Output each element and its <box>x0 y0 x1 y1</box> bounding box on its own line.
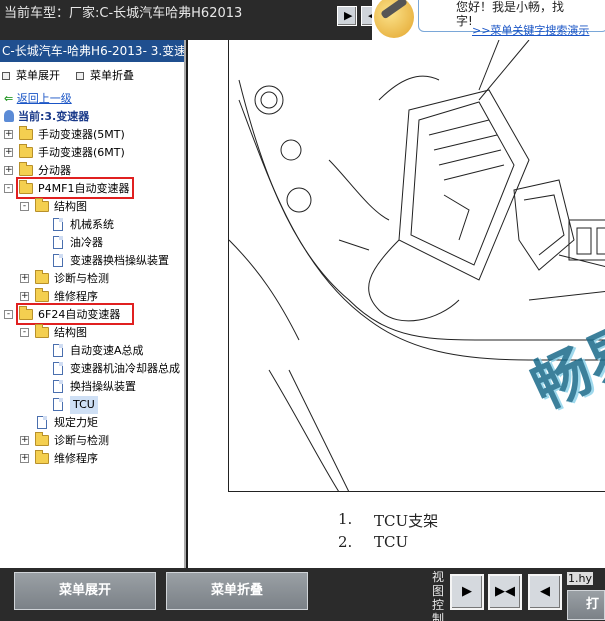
collapse-icon <box>76 72 84 80</box>
folder-icon <box>35 198 49 212</box>
caption-number-2: 2. <box>338 533 353 551</box>
expand-all-link[interactable]: 菜单展开 <box>2 67 60 83</box>
mascot-icon <box>374 0 414 38</box>
tree-item-label[interactable]: 结构图 <box>54 198 87 216</box>
tree-doc-item[interactable]: 机械系统 <box>0 216 184 234</box>
collapse-node-icon[interactable]: - <box>20 202 29 211</box>
document-icon <box>53 362 63 375</box>
collapse-node-icon[interactable]: - <box>4 184 13 193</box>
document-icon <box>53 344 63 357</box>
file-name: 1.hy <box>567 572 593 585</box>
tree-doc-item[interactable]: 油冷器 <box>0 234 184 252</box>
expand-node-icon[interactable]: + <box>20 454 29 463</box>
folder-icon <box>19 126 33 140</box>
window-title: 当前车型：厂家:C-长城汽车哈弗H62013 <box>4 6 243 21</box>
document-icon <box>53 218 63 231</box>
menu-collapse-button[interactable]: 菜单折叠 <box>166 572 308 610</box>
tree-item-label[interactable]: 手动变速器(6MT) <box>38 144 125 162</box>
view-control-label: 视图控制 <box>432 570 445 621</box>
tree-item-label[interactable]: 机械系统 <box>70 216 114 234</box>
view-prev-button[interactable]: ◀ <box>528 574 562 610</box>
collapse-node-icon[interactable]: - <box>4 310 13 319</box>
tree-item-label[interactable]: 变速器换档操纵装置 <box>70 252 169 270</box>
content-viewer[interactable]: 畅易 1. TCU支架 2. TCU <box>188 40 605 568</box>
tree-item-label[interactable]: 自动变速A总成 <box>70 342 144 360</box>
menu-panel: C-长城汽车-哈弗H6-2013- 3.变速器 菜单展开 菜单折叠 ⇐ 返回上一… <box>0 40 186 568</box>
ad-banner[interactable]: 您好！我是小畅，找 字! >>菜单关键字搜索演示 <box>372 0 605 40</box>
tree-item-label[interactable]: 诊断与检测 <box>54 270 109 288</box>
diagram-image <box>228 40 605 493</box>
tree-folder-item[interactable]: + 手动变速器(5MT) <box>0 126 184 144</box>
folder-icon <box>35 270 49 284</box>
caption-text-1: TCU支架 <box>374 512 439 530</box>
highlight-box <box>16 303 134 325</box>
tree-folder-item[interactable]: - 结构图 <box>0 198 184 216</box>
tree-doc-item[interactable]: 规定力矩 <box>0 414 184 432</box>
tree-folder-item[interactable]: + 诊断与检测 <box>0 432 184 450</box>
tree-doc-item[interactable]: 变速器机油冷却器总成 <box>0 360 184 378</box>
tree-item-label[interactable]: 变速器机油冷却器总成 <box>70 360 180 378</box>
document-icon <box>53 398 63 411</box>
location-icon <box>4 110 14 122</box>
tree-item-label[interactable]: TCU <box>70 396 98 414</box>
menu-toolbar: 菜单展开 菜单折叠 <box>0 62 184 86</box>
document-icon <box>53 380 63 393</box>
tree-item-label[interactable]: 维修程序 <box>54 450 98 468</box>
tree-item-label[interactable]: 换挡操纵装置 <box>70 378 136 396</box>
folder-icon <box>35 450 49 464</box>
tree-folder-item[interactable]: + 诊断与检测 <box>0 270 184 288</box>
expand-node-icon[interactable]: + <box>20 436 29 445</box>
tree-item-label[interactable]: 结构图 <box>54 324 87 342</box>
folder-icon <box>35 324 49 338</box>
ad-search-demo-link[interactable]: >>菜单关键字搜索演示 <box>472 22 589 38</box>
expand-node-icon[interactable]: + <box>20 274 29 283</box>
document-icon <box>53 236 63 249</box>
document-icon <box>53 254 63 267</box>
expand-node-icon[interactable]: + <box>4 166 13 175</box>
tree-doc-item[interactable]: 自动变速A总成 <box>0 342 184 360</box>
folder-icon <box>19 162 33 176</box>
tcu-line-drawing <box>228 40 605 493</box>
highlight-box <box>16 177 134 199</box>
expand-node-icon[interactable]: + <box>20 292 29 301</box>
expand-node-icon[interactable]: + <box>4 130 13 139</box>
back-arrow-icon: ⇐ <box>4 92 14 105</box>
tree-item-label[interactable]: 油冷器 <box>70 234 103 252</box>
caption-text-2: TCU <box>374 533 409 551</box>
document-icon <box>37 416 47 429</box>
view-fit-button[interactable]: ▶◀ <box>488 574 522 610</box>
tree-folder-item[interactable]: + 手动变速器(6MT) <box>0 144 184 162</box>
tree-folder-item[interactable]: - 结构图 <box>0 324 184 342</box>
back-link[interactable]: ⇐ 返回上一级 <box>4 90 72 108</box>
ad-text-line2: 字! <box>456 14 473 28</box>
nav-next-button[interactable]: ▶ <box>337 6 357 26</box>
current-location: 当前:3.变速器 <box>4 108 89 126</box>
caption-number-1: 1. <box>338 510 353 528</box>
menu-expand-button[interactable]: 菜单展开 <box>14 572 156 610</box>
tree-doc-item[interactable]: TCU <box>0 396 184 414</box>
folder-icon <box>19 144 33 158</box>
print-button[interactable]: 打 <box>567 590 605 620</box>
collapse-node-icon[interactable]: - <box>20 328 29 337</box>
expand-icon <box>2 72 10 80</box>
tree-folder-item[interactable]: + 维修程序 <box>0 450 184 468</box>
expand-node-icon[interactable]: + <box>4 148 13 157</box>
folder-icon <box>35 432 49 446</box>
view-next-button[interactable]: ▶ <box>450 574 484 610</box>
tree-item-label[interactable]: 手动变速器(5MT) <box>38 126 125 144</box>
tree-item-label[interactable]: 诊断与检测 <box>54 432 109 450</box>
tree-doc-item[interactable]: 换挡操纵装置 <box>0 378 184 396</box>
tree-item-label[interactable]: 规定力矩 <box>54 414 98 432</box>
tree-doc-item[interactable]: 变速器换档操纵装置 <box>0 252 184 270</box>
collapse-all-link[interactable]: 菜单折叠 <box>76 67 134 83</box>
folder-icon <box>35 288 49 302</box>
panel-header: C-长城汽车-哈弗H6-2013- 3.变速器 <box>0 40 184 62</box>
